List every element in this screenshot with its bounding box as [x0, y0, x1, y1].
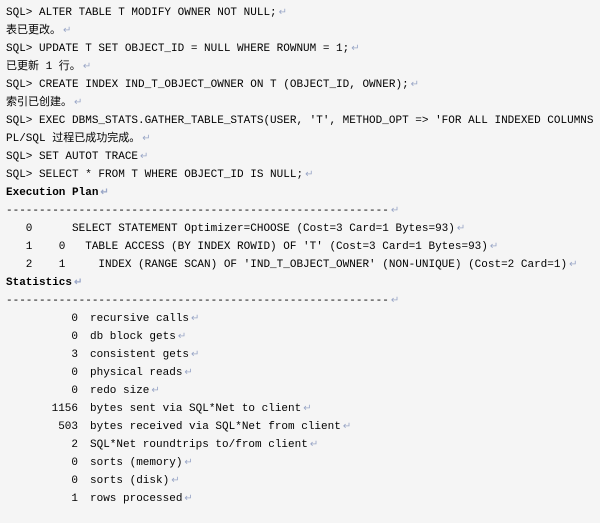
- plan-row-0: 0 SELECT STATEMENT Optimizer=CHOOSE (Cos…: [6, 220, 594, 238]
- text: SQL> CREATE INDEX IND_T_OBJECT_OWNER ON …: [6, 79, 409, 91]
- divider-line: ----------------------------------------…: [6, 202, 594, 220]
- text: SQL> UPDATE T SET OBJECT_ID = NULL WHERE…: [6, 43, 349, 55]
- stat-label: consistent gets: [90, 349, 189, 361]
- eol-icon: [72, 97, 82, 108]
- eol-icon: [308, 439, 318, 450]
- stat-row: 503bytes received via SQL*Net from clien…: [6, 418, 594, 436]
- text: SQL> EXEC DBMS_STATS.GATHER_TABLE_STATS(…: [6, 115, 600, 127]
- eol-icon: [140, 133, 150, 144]
- stat-label: SQL*Net roundtrips to/from client: [90, 439, 308, 451]
- eol-icon: [98, 187, 108, 198]
- text: 2 1 INDEX (RANGE SCAN) OF 'IND_T_OBJECT_…: [6, 259, 567, 271]
- sql-line-alter: SQL> ALTER TABLE T MODIFY OWNER NOT NULL…: [6, 4, 594, 22]
- result-line-plsql: PL/SQL 过程已成功完成。: [6, 130, 594, 148]
- stat-number: 0: [6, 473, 90, 490]
- stat-number: 3: [6, 347, 90, 364]
- text: ----------------------------------------…: [6, 295, 389, 307]
- sql-line-set-autot: SQL> SET AUTOT TRACE: [6, 148, 594, 166]
- text: 索引已创建。: [6, 97, 72, 109]
- execution-plan-header: Execution Plan: [6, 184, 594, 202]
- result-line-table-altered: 表已更改。: [6, 22, 594, 40]
- stat-row: 0physical reads: [6, 364, 594, 382]
- stat-number: 2: [6, 437, 90, 454]
- sql-line-create-index: SQL> CREATE INDEX IND_T_OBJECT_OWNER ON …: [6, 76, 594, 94]
- eol-icon: [189, 349, 199, 360]
- eol-icon: [488, 241, 498, 252]
- stat-row: 0sorts (memory): [6, 454, 594, 472]
- stat-number: 503: [6, 419, 90, 436]
- stat-label: rows processed: [90, 493, 182, 505]
- stat-row: 2SQL*Net roundtrips to/from client: [6, 436, 594, 454]
- stat-label: bytes received via SQL*Net from client: [90, 421, 341, 433]
- eol-icon: [182, 457, 192, 468]
- eol-icon: [341, 421, 351, 432]
- eol-icon: [277, 7, 287, 18]
- eol-icon: [389, 295, 399, 306]
- stat-label: redo size: [90, 385, 149, 397]
- text: SQL> SET AUTOT TRACE: [6, 151, 138, 163]
- eol-icon: [303, 169, 313, 180]
- eol-icon: [72, 277, 82, 288]
- stat-label: db block gets: [90, 331, 176, 343]
- text: SQL> ALTER TABLE T MODIFY OWNER NOT NULL…: [6, 7, 277, 19]
- stat-label: bytes sent via SQL*Net to client: [90, 403, 301, 415]
- stat-row: 0redo size: [6, 382, 594, 400]
- result-line-updated: 已更新 1 行。: [6, 58, 594, 76]
- text: ----------------------------------------…: [6, 205, 389, 217]
- text: Statistics: [6, 277, 72, 289]
- eol-icon: [189, 313, 199, 324]
- eol-icon: [61, 25, 71, 36]
- text: Execution Plan: [6, 187, 98, 199]
- statistics-header: Statistics: [6, 274, 594, 292]
- stat-number: 0: [6, 365, 90, 382]
- stat-number: 0: [6, 383, 90, 400]
- stat-number: 0: [6, 329, 90, 346]
- stat-row: 0recursive calls: [6, 310, 594, 328]
- eol-icon: [169, 475, 179, 486]
- text: 已更新 1 行。: [6, 61, 81, 73]
- stat-row: 1156bytes sent via SQL*Net to client: [6, 400, 594, 418]
- text: 表已更改。: [6, 25, 61, 37]
- plan-row-1: 1 0 TABLE ACCESS (BY INDEX ROWID) OF 'T'…: [6, 238, 594, 256]
- stat-row: 1rows processed: [6, 490, 594, 508]
- plan-row-2: 2 1 INDEX (RANGE SCAN) OF 'IND_T_OBJECT_…: [6, 256, 594, 274]
- stat-number: 0: [6, 311, 90, 328]
- eol-icon: [301, 403, 311, 414]
- stat-row: 0db block gets: [6, 328, 594, 346]
- eol-icon: [409, 79, 419, 90]
- eol-icon: [349, 43, 359, 54]
- text: SQL> SELECT * FROM T WHERE OBJECT_ID IS …: [6, 169, 303, 181]
- sql-line-update: SQL> UPDATE T SET OBJECT_ID = NULL WHERE…: [6, 40, 594, 58]
- eol-icon: [176, 331, 186, 342]
- stat-number: 1156: [6, 401, 90, 418]
- stat-number: 0: [6, 455, 90, 472]
- result-line-index-created: 索引已创建。: [6, 94, 594, 112]
- sql-line-exec-stats: SQL> EXEC DBMS_STATS.GATHER_TABLE_STATS(…: [6, 112, 594, 130]
- eol-icon: [182, 493, 192, 504]
- eol-icon: [567, 259, 577, 270]
- stat-row: 3consistent gets: [6, 346, 594, 364]
- text: PL/SQL 过程已成功完成。: [6, 133, 140, 145]
- eol-icon: [149, 385, 159, 396]
- divider-line: ----------------------------------------…: [6, 292, 594, 310]
- text: 1 0 TABLE ACCESS (BY INDEX ROWID) OF 'T'…: [6, 241, 488, 253]
- eol-icon: [182, 367, 192, 378]
- sql-line-select: SQL> SELECT * FROM T WHERE OBJECT_ID IS …: [6, 166, 594, 184]
- eol-icon: [389, 205, 399, 216]
- stat-number: 1: [6, 491, 90, 508]
- stat-label: sorts (memory): [90, 457, 182, 469]
- eol-icon: [455, 223, 465, 234]
- eol-icon: [138, 151, 148, 162]
- text: 0 SELECT STATEMENT Optimizer=CHOOSE (Cos…: [6, 223, 455, 235]
- stat-label: physical reads: [90, 367, 182, 379]
- stat-label: recursive calls: [90, 313, 189, 325]
- stat-row: 0sorts (disk): [6, 472, 594, 490]
- eol-icon: [81, 61, 91, 72]
- stat-label: sorts (disk): [90, 475, 169, 487]
